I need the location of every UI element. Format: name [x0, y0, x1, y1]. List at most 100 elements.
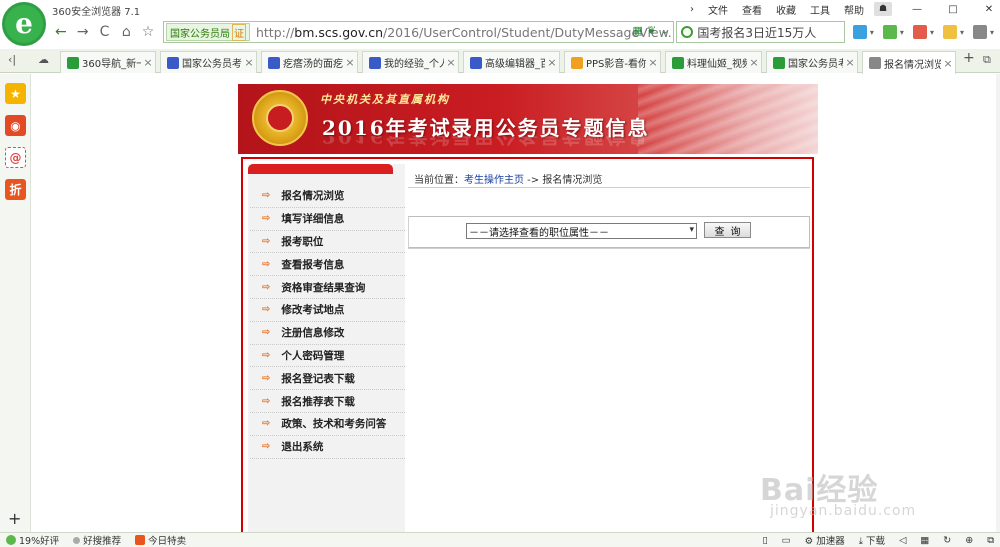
- banner-subtitle: 中央机关及其直属机构: [320, 93, 450, 106]
- rating-item[interactable]: 19%好评: [6, 533, 59, 547]
- weibo-icon[interactable]: ◉: [5, 115, 26, 136]
- forward-button[interactable]: →: [72, 21, 94, 43]
- menu-item-download-registration-form[interactable]: ⇨ 报名登记表下载: [250, 367, 405, 391]
- grid-icon[interactable]: ▦: [920, 535, 929, 546]
- deals-item[interactable]: 今日特卖: [135, 533, 186, 547]
- menu-view[interactable]: 查看: [742, 2, 762, 17]
- menu-favorites[interactable]: 收藏: [776, 2, 796, 17]
- arrow-right-icon: ⇨: [262, 418, 271, 430]
- browser-logo[interactable]: e: [2, 2, 46, 46]
- tab-close-icon[interactable]: ×: [843, 56, 857, 69]
- cloud-icon[interactable]: ☁: [38, 53, 49, 66]
- back-arrow-icon: ←: [55, 24, 67, 40]
- recommend-icon: [73, 536, 81, 544]
- menu-item-fill-details[interactable]: ⇨ 填写详细信息: [250, 208, 405, 231]
- shield-icon[interactable]: [882, 25, 897, 39]
- menu-file[interactable]: 文件: [708, 2, 728, 17]
- refresh-status-icon[interactable]: ↻: [943, 535, 951, 546]
- arrow-right-icon: ⇨: [262, 281, 271, 293]
- logo-icon: e: [15, 7, 33, 40]
- tab-close-icon[interactable]: ×: [444, 56, 458, 69]
- favorite-button[interactable]: ☆: [137, 21, 159, 43]
- tab-advanced-editor[interactable]: 高级编辑器_百 ×: [463, 51, 560, 73]
- phone-icon[interactable]: ▯: [762, 535, 767, 546]
- menu-item-edit-registration[interactable]: ⇨ 注册信息修改: [250, 322, 405, 345]
- dropdown-arrow-icon[interactable]: ›: [690, 4, 694, 15]
- favorites-star-icon[interactable]: ★: [5, 83, 26, 104]
- scrollbar[interactable]: [996, 74, 1000, 532]
- restore-tab-icon[interactable]: ⧉: [983, 53, 991, 67]
- tab-360-nav[interactable]: 360导航_新一 ×: [60, 51, 156, 73]
- tab-civil-service[interactable]: 国家公务员考 ×: [160, 51, 257, 73]
- address-bar[interactable]: 国家公务员局 证 http://bm.scs.gov.cn/2016/UserC…: [162, 21, 675, 43]
- menu-item-view-application[interactable]: ⇨ 查看报考信息: [250, 253, 405, 277]
- zoom-icon[interactable]: ⊕: [965, 535, 973, 546]
- leaf-icon[interactable]: ❦: [647, 24, 656, 37]
- window-layout-icon[interactable]: ⧉: [987, 535, 994, 546]
- tab-close-icon[interactable]: ×: [747, 56, 761, 69]
- tab-close-icon[interactable]: ×: [646, 56, 660, 69]
- breadcrumb-home-link[interactable]: 考生操作主页: [464, 175, 524, 186]
- site-badge[interactable]: 国家公务员局 证: [165, 23, 250, 41]
- dropdown-icon[interactable]: ⌄: [660, 24, 669, 37]
- menu-item-qualification-result[interactable]: ⇨ 资格审查结果查询: [250, 276, 405, 299]
- back-button[interactable]: ←: [50, 21, 72, 43]
- folder-icon[interactable]: [942, 25, 957, 39]
- menu-item-logout[interactable]: ⇨ 退出系统: [250, 436, 405, 459]
- tab-favicon-icon: [369, 56, 381, 69]
- menu-item-password-management[interactable]: ⇨ 个人密码管理: [250, 345, 405, 368]
- arrow-right-icon: ⇨: [262, 258, 271, 270]
- menu-item-change-exam-location[interactable]: ⇨ 修改考试地点: [250, 299, 405, 322]
- arrow-right-icon: ⇨: [262, 213, 271, 225]
- tab-noodle-soup[interactable]: 疙瘩汤的面疙 ×: [261, 51, 358, 73]
- apps-icon[interactable]: [852, 25, 867, 39]
- minimize-button[interactable]: —: [906, 4, 928, 15]
- menu-item-download-recommendation-form[interactable]: ⇨ 报名推荐表下载: [250, 390, 405, 413]
- new-tab-button[interactable]: +: [963, 50, 975, 66]
- email-icon[interactable]: @: [5, 147, 26, 168]
- menu-item-faq[interactable]: ⇨ 政策、技术和考务问答: [250, 413, 405, 436]
- tab-registration-view[interactable]: 报名情况浏览 ×: [862, 51, 956, 74]
- tab-cooking-video[interactable]: 料理仙姬_视频 ×: [665, 51, 762, 73]
- recommend-item[interactable]: 好搜推荐: [73, 533, 121, 547]
- menu-item-registration-view[interactable]: ⇨ 报名情况浏览: [250, 185, 405, 208]
- volume-icon[interactable]: ◁: [899, 535, 906, 546]
- search-input[interactable]: 国考报名3日近15万人: [697, 24, 816, 41]
- arrow-right-icon: ⇨: [262, 304, 271, 316]
- breadcrumb: 当前位置：考生操作主页 -> 报名情况浏览: [414, 175, 603, 186]
- image-icon[interactable]: [972, 25, 987, 39]
- tab-pps[interactable]: PPS影音-看你 ×: [564, 51, 661, 73]
- certificate-icon[interactable]: 证: [231, 23, 246, 41]
- tab-close-icon[interactable]: ×: [343, 56, 357, 69]
- select-value: －－请选择查看的职位属性－－: [469, 227, 609, 239]
- pdf-icon[interactable]: [912, 25, 927, 39]
- search-box[interactable]: 国考报名3日近15万人: [676, 21, 845, 43]
- tab-scroll-left-icon[interactable]: ‹|: [8, 53, 16, 66]
- sidebar-add-button[interactable]: +: [8, 509, 21, 528]
- position-attribute-select[interactable]: －－请选择查看的职位属性－－ ▾: [466, 223, 697, 239]
- tab-close-icon[interactable]: ×: [141, 56, 155, 69]
- tab-close-icon[interactable]: ×: [545, 56, 559, 69]
- arrow-right-icon: ⇨: [262, 372, 271, 384]
- download-item[interactable]: ⤓ 下载: [859, 533, 885, 547]
- url-text[interactable]: http://bm.scs.gov.cn/2016/UserControl/St…: [256, 25, 672, 40]
- status-bar-right: ▯ ▭ ⚙ 加速器 ⤓ 下载 ◁ ▦ ↻ ⊕ ⧉: [762, 533, 994, 547]
- query-button[interactable]: 查询: [704, 222, 751, 238]
- compat-mode-icon[interactable]: ▦: [633, 24, 643, 37]
- menu-item-apply-position[interactable]: ⇨ 报考职位: [250, 231, 405, 254]
- accelerator-item[interactable]: ⚙ 加速器: [805, 533, 845, 547]
- tab-close-icon[interactable]: ×: [242, 56, 256, 69]
- tab-close-icon[interactable]: ×: [941, 57, 955, 70]
- refresh-button[interactable]: C: [94, 21, 116, 43]
- discount-icon[interactable]: 折: [5, 179, 26, 200]
- skin-icon[interactable]: ☗: [874, 2, 892, 16]
- maximize-button[interactable]: □: [942, 4, 964, 15]
- close-window-button[interactable]: ✕: [978, 4, 1000, 15]
- tab-my-experience[interactable]: 我的经验_个人 ×: [362, 51, 459, 73]
- menu-tools[interactable]: 工具: [810, 2, 830, 17]
- tab-civil-service-search[interactable]: 国家公务员考 ×: [766, 51, 858, 73]
- star-icon: ☆: [141, 24, 155, 40]
- window-icon[interactable]: ▭: [782, 535, 791, 546]
- menu-help[interactable]: 帮助: [844, 2, 864, 17]
- home-button[interactable]: ⌂: [115, 21, 137, 43]
